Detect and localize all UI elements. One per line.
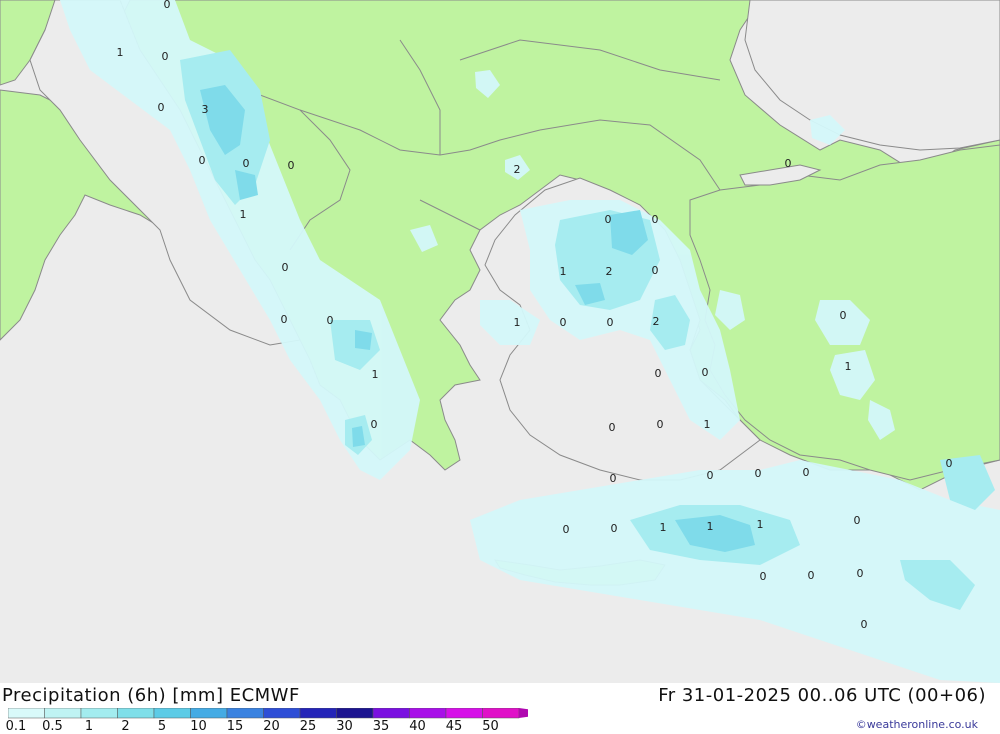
legend-swatch: [336, 708, 374, 719]
value-label: 1: [514, 316, 521, 329]
legend-tick-label: 20: [263, 719, 280, 734]
precipitation-map: 0 1 0 0 3 0 0 0 1 2 0 0 0 1 2 0 1 0 0 2 …: [0, 0, 1000, 683]
legend-swatch: [190, 708, 228, 719]
legend-tick-label: 2: [121, 719, 130, 734]
legend-tick-label: 15: [226, 719, 244, 734]
value-label: 0: [609, 421, 616, 434]
value-label: 0: [854, 514, 861, 527]
value-label: 0: [840, 309, 847, 322]
value-label: 1: [660, 521, 667, 534]
value-label: 0: [605, 213, 612, 226]
value-label: 0: [199, 154, 206, 167]
value-label: 0: [611, 522, 618, 535]
value-label: 0: [707, 469, 714, 482]
value-label: 0: [281, 313, 288, 326]
value-label: 0: [702, 366, 709, 379]
value-label: 1: [240, 208, 247, 221]
value-label: 0: [755, 467, 762, 480]
legend-tick-label: 35: [372, 719, 390, 734]
value-label: 1: [707, 520, 714, 533]
legend-tick-labels: 0.1 0.5 1 2 5 10 15 20 25 30 35 40 45 50: [0, 719, 520, 734]
legend-swatch: [445, 708, 483, 719]
valid-time: Fr 31-01-2025 00..06 UTC (00+06): [658, 685, 986, 706]
legend-tick-label: 50: [482, 719, 499, 734]
value-label: 1: [845, 360, 852, 373]
legend-tick-label: 30: [336, 719, 353, 734]
legend-tick-label: 40: [409, 719, 426, 734]
value-label: 2: [606, 265, 613, 278]
value-label: 1: [117, 46, 124, 59]
legend-tick-label: 1: [84, 719, 94, 734]
value-label: 0: [288, 159, 295, 172]
value-label: 0: [560, 316, 567, 329]
value-label: 0: [164, 0, 171, 11]
value-label: 0: [158, 101, 165, 114]
legend-tick-label: 25: [299, 719, 317, 734]
legend-swatch: [8, 708, 45, 719]
legend-swatch: [372, 708, 410, 719]
value-label: 1: [560, 265, 567, 278]
value-label: 0: [243, 157, 250, 170]
legend-swatch: [409, 708, 447, 719]
value-label: 0: [657, 418, 664, 431]
legend-swatch: [153, 708, 191, 719]
legend-swatch: [80, 708, 118, 719]
legend-arrow: [519, 708, 528, 718]
legend-swatch: [226, 708, 264, 719]
value-label: 1: [757, 518, 764, 531]
footer-bar: Precipitation (6h) [mm] ECMWF Fr 31-01-2…: [0, 683, 1000, 734]
value-label: 0: [652, 213, 659, 226]
value-label: 0: [655, 367, 662, 380]
value-label: 0: [371, 418, 378, 431]
legend-swatch: [482, 708, 520, 719]
value-label: 0: [607, 316, 614, 329]
value-label: 3: [202, 103, 209, 116]
value-label: 0: [857, 567, 864, 580]
legend-swatch: [44, 708, 82, 719]
value-label: 0: [785, 157, 792, 170]
value-label: 1: [372, 368, 379, 381]
legend-tick-label: 0.1: [5, 719, 27, 734]
value-label: 2: [514, 163, 521, 176]
map-title: Precipitation (6h) [mm] ECMWF: [2, 685, 300, 706]
value-label: 2: [653, 315, 660, 328]
legend-tick-label: 0.5: [42, 719, 63, 734]
value-label: 0: [861, 618, 868, 631]
value-label: 0: [563, 523, 570, 536]
value-label: 0: [946, 457, 953, 470]
value-label: 0: [610, 472, 617, 485]
legend-swatch: [263, 708, 301, 719]
map-canvas: 0 1 0 0 3 0 0 0 1 2 0 0 0 1 2 0 1 0 0 2 …: [0, 0, 1000, 683]
legend-tick-label: 45: [445, 719, 463, 734]
legend-tick-label: 10: [190, 719, 207, 734]
value-label: 0: [327, 314, 334, 327]
copyright-link[interactable]: ©weatheronline.co.uk: [856, 718, 978, 731]
legend-tick-label: 5: [157, 719, 167, 734]
value-label: 0: [803, 466, 810, 479]
value-label: 1: [704, 418, 711, 431]
legend-swatch: [299, 708, 337, 719]
value-label: 0: [282, 261, 289, 274]
value-label: 0: [808, 569, 815, 582]
value-label: 0: [162, 50, 169, 63]
value-label: 0: [760, 570, 767, 583]
value-label: 0: [652, 264, 659, 277]
legend-swatch: [117, 708, 155, 719]
